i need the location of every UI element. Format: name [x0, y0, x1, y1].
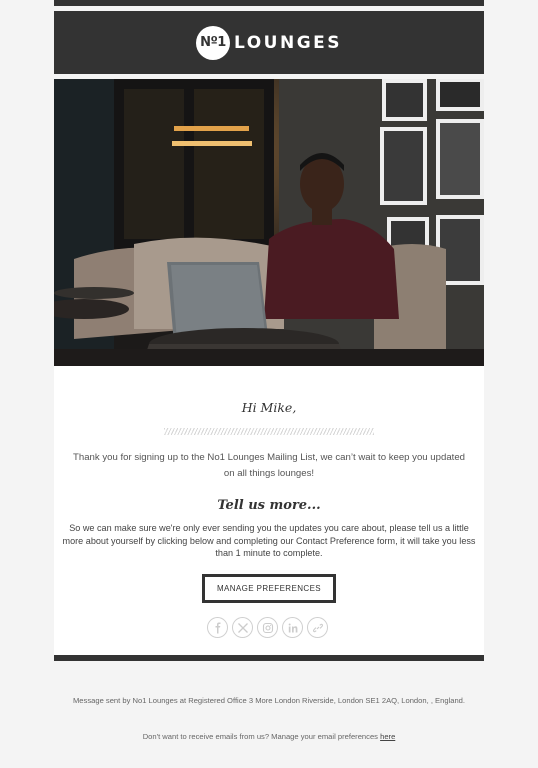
preference-intro: So we can make sure we're only ever send…	[62, 523, 476, 558]
bottom-bar	[54, 655, 484, 661]
hero-image	[54, 79, 484, 366]
unsubscribe-link[interactable]: here	[380, 732, 395, 741]
greeting: Hi Mike,	[241, 400, 297, 415]
hero-photo-illustration	[54, 79, 484, 366]
tell-us-heading: Tell us more...	[217, 498, 321, 513]
x-icon[interactable]	[232, 617, 253, 638]
logo-mark: Nº1	[195, 25, 230, 60]
manage-preferences-button[interactable]: MANAGE PREFERENCES	[202, 574, 336, 603]
link-icon[interactable]	[307, 617, 328, 638]
footer-address: Message sent by No1 Lounges at Registere…	[72, 696, 466, 705]
top-bar	[54, 0, 484, 6]
facebook-icon[interactable]	[207, 617, 228, 638]
linkedin-icon[interactable]	[282, 617, 303, 638]
footer-unsubscribe: Don't want to receive emails from us? Ma…	[54, 732, 484, 741]
thanks-text: Thank you for signing up to the No1 Loun…	[73, 452, 465, 479]
brand-logo[interactable]: Nº1 LOUNGES	[195, 25, 343, 60]
divider	[164, 428, 374, 435]
unsubscribe-text: Don't want to receive emails from us? Ma…	[142, 732, 378, 741]
email-header: Nº1 LOUNGES	[54, 11, 484, 74]
instagram-icon[interactable]	[257, 617, 278, 638]
email-body: Hi Mike, Thank you for signing up to the…	[54, 366, 484, 655]
logo-wordmark: LOUNGES	[233, 32, 343, 53]
social-links	[207, 617, 328, 638]
